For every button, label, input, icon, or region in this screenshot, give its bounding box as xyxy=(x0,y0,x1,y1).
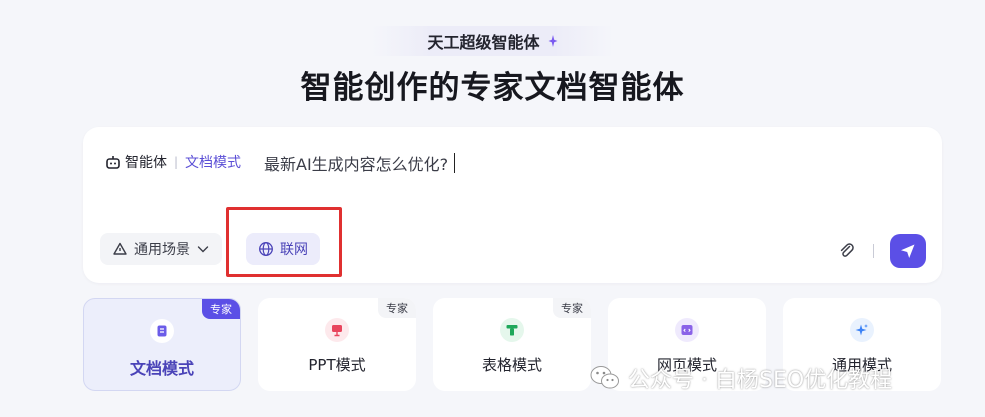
chip-separator: | xyxy=(174,155,179,169)
scene-dropdown[interactable]: 通用场景 xyxy=(100,233,222,265)
chat-input-card: 智能体 | 文档模式 最新AI生成内容怎么优化? 通用场景 联网 xyxy=(83,127,942,283)
attachment-icon[interactable] xyxy=(838,242,856,260)
watermark: 公众号 · 白杨SEO优化教程 xyxy=(590,362,892,394)
send-button[interactable] xyxy=(890,234,926,268)
prompt-input[interactable]: 最新AI生成内容怎么优化? xyxy=(264,151,456,175)
webpage-icon xyxy=(675,318,699,342)
mode-card-table[interactable]: 专家 表格模式 xyxy=(433,298,591,391)
mode-tag: 专家 xyxy=(202,299,240,319)
page-title: 智能创作的专家文档智能体 xyxy=(300,70,685,106)
header-badge-wrap: 天工超级智能体 xyxy=(0,26,985,56)
mode-tag: 专家 xyxy=(378,298,416,318)
mode-label: PPT模式 xyxy=(308,356,366,374)
triangle-icon xyxy=(113,242,127,255)
mode-card-ppt[interactable]: 专家 PPT模式 xyxy=(258,298,416,391)
toolbar-divider xyxy=(873,244,874,258)
watermark-text: 公众号 · 白杨SEO优化教程 xyxy=(628,368,893,393)
network-highlight-box xyxy=(226,207,342,277)
mode-card-document[interactable]: 专家 文档模式 xyxy=(83,298,241,391)
document-icon xyxy=(150,319,174,343)
scene-label: 通用场景 xyxy=(134,242,190,258)
presentation-icon xyxy=(325,318,349,342)
table-icon xyxy=(500,318,524,342)
agent-label: 智能体 xyxy=(125,155,167,171)
header-badge: 天工超级智能体 xyxy=(371,26,614,56)
chevron-down-icon xyxy=(197,246,209,253)
agent-mode-chip[interactable]: 智能体 | 文档模式 xyxy=(105,149,241,175)
agent-mode-label: 文档模式 xyxy=(185,155,242,171)
text-caret xyxy=(454,153,456,173)
send-icon xyxy=(901,244,915,258)
mode-label: 文档模式 xyxy=(129,359,194,378)
mode-label: 表格模式 xyxy=(481,356,542,374)
robot-icon xyxy=(106,156,120,169)
prompt-text: 最新AI生成内容怎么优化? xyxy=(264,155,449,174)
mode-tag: 专家 xyxy=(553,298,591,318)
badge-text: 天工超级智能体 xyxy=(427,33,540,52)
sparkle-icon xyxy=(850,318,874,342)
wechat-icon xyxy=(590,366,619,389)
sparkle-icon xyxy=(548,35,557,47)
